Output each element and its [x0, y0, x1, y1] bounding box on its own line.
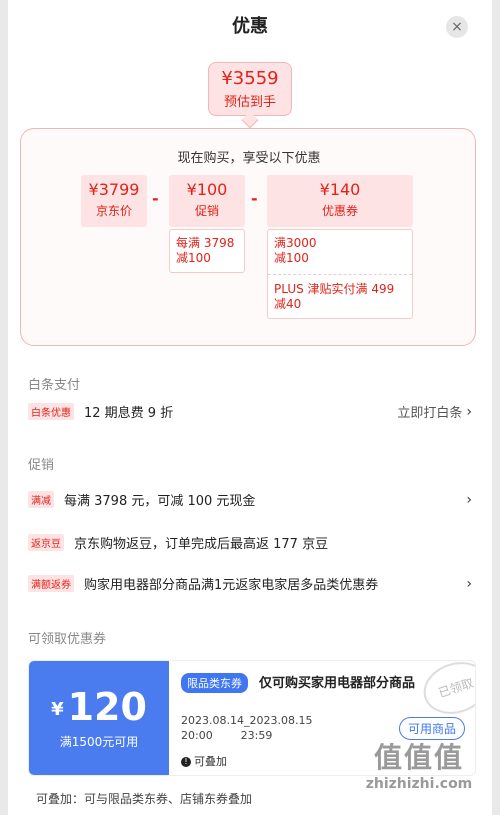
promotion-tag: 满额返券	[28, 575, 74, 592]
coupon-value: ¥140	[319, 180, 361, 199]
baitiao-tag: 白条优惠	[28, 403, 74, 420]
sheet-title: 优惠	[232, 16, 268, 37]
chevron-right-icon: ›	[466, 491, 472, 508]
jd-price-value: ¥3799	[88, 180, 140, 199]
coupon-cell: ¥140 优惠券	[267, 175, 413, 227]
promo-label: 促销	[194, 204, 219, 218]
coupon-title: 仅可购买家用电器部分商品	[259, 676, 416, 691]
estimated-price: ¥3559	[221, 68, 279, 89]
baitiao-row[interactable]: 白条优惠 12 期息费 9 折 立即打白条 ›	[28, 402, 472, 421]
coupon-date-line: 2023.08.14_2023.08.15	[181, 714, 313, 727]
discount-calculation: 现在购买，享受以下优惠 ¥3799 京东价 - ¥100 促销 - ¥140 优…	[20, 128, 476, 346]
coupon-sheet: 优惠 × ¥3559 预估到手 现在购买，享受以下优惠 ¥3799 京东价 - …	[0, 0, 500, 815]
promo-value: ¥100	[186, 180, 228, 199]
claimed-stamp: 已领取	[416, 661, 475, 722]
coupon-category-tag: 限品类东券	[181, 673, 248, 693]
left-edge	[0, 0, 8, 815]
watermark-logo: 值值值	[373, 741, 464, 774]
coupon-label: 优惠券	[321, 204, 358, 218]
promotion-tag: 返京豆	[28, 534, 64, 551]
right-edge	[492, 0, 500, 815]
jd-price-label: 京东价	[95, 204, 132, 218]
open-baitiao-link[interactable]: 立即打白条	[397, 402, 462, 421]
minus-sign: -	[152, 189, 159, 208]
coupon-condition: 满1500元可用	[59, 735, 139, 749]
promotion-item[interactable]: 满额返券 购家用电器部分商品满1元返家电家居多品类优惠券 ›	[28, 574, 472, 593]
calculation-heading: 现在购买，享受以下优惠	[177, 151, 321, 166]
coupon-time-line: 20:00 23:59	[181, 729, 273, 742]
promo-cell: ¥100 促销	[169, 175, 245, 227]
promo-detail-line: 减100	[176, 251, 211, 265]
coupons-section-label: 可领取优惠券	[28, 632, 107, 647]
coupon-amount: ¥120	[29, 685, 169, 729]
baitiao-section-label: 白条支付	[28, 378, 81, 393]
coupon-detail-line: PLUS 津贴实付满 499	[274, 282, 395, 296]
close-icon[interactable]: ×	[446, 16, 468, 38]
watermark: 值值值 zhizhizhi.com	[346, 736, 492, 792]
chevron-right-icon: ›	[466, 575, 472, 592]
coupon-amount-value: 120	[67, 685, 147, 729]
stackable-note: 可叠加：可与限品类东券、店铺东券叠加	[36, 792, 253, 806]
promotion-item[interactable]: 满减 每满 3798 元，可减 100 元现金 ›	[28, 490, 472, 509]
estimated-price-badge: ¥3559 预估到手	[208, 62, 292, 116]
promotion-text: 京东购物返豆，订单完成后最高返 177 京豆	[74, 537, 329, 552]
coupon-amount-panel: ¥120 满1500元可用	[29, 661, 169, 775]
coupon-detail: 满3000 减100 PLUS 津贴实付满 499 减40	[267, 229, 413, 319]
promotion-text: 购家用电器部分商品满1元返家电家居多品类优惠券	[84, 578, 379, 593]
coupon-detail-line: 满3000	[274, 236, 317, 250]
minus-sign: -	[251, 189, 258, 208]
promo-detail: 每满 3798 减100	[169, 229, 245, 273]
coupon-stackable: ! 可叠加	[181, 753, 227, 769]
coupon-validity: 2023.08.14_2023.08.15 20:00 23:59	[181, 713, 331, 743]
chevron-right-icon: ›	[466, 403, 472, 420]
coupon-detail-line: 减100	[274, 251, 309, 265]
promotion-text: 每满 3798 元，可减 100 元现金	[64, 494, 256, 509]
coupon-stackable-text: 可叠加	[194, 755, 227, 768]
divider	[268, 274, 412, 275]
promotion-item: 返京豆 京东购物返豆，订单完成后最高返 177 京豆	[28, 533, 472, 552]
promotion-tag: 满减	[28, 491, 54, 508]
coupon-detail-line: 减40	[274, 297, 302, 311]
watermark-site: zhizhizhi.com	[365, 776, 473, 792]
promo-detail-line: 每满 3798	[176, 236, 235, 250]
baitiao-text: 12 期息费 9 折	[84, 406, 174, 421]
info-icon: !	[181, 757, 191, 767]
estimated-price-label: 预估到手	[223, 95, 276, 110]
jd-price-cell: ¥3799 京东价	[81, 175, 147, 227]
coupon-currency: ¥	[51, 699, 64, 720]
promotions-section-label: 促销	[28, 458, 55, 473]
